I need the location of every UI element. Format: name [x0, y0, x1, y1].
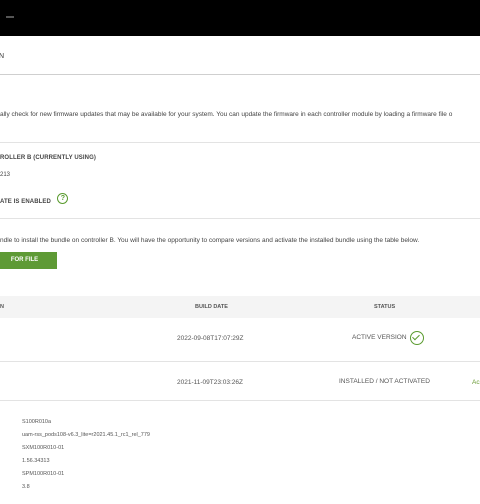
row1-build-date: 2022-09-08T17:07:29Z	[177, 335, 244, 342]
table-row-divider	[0, 400, 480, 401]
divider	[0, 142, 480, 143]
help-icon[interactable]: ?	[57, 193, 69, 205]
upload-instructions: ndle to install the bundle on controller…	[0, 237, 420, 244]
detail-line: uam-rss_pods108-v6.3_lite=r2021.45.1_rc1…	[22, 432, 150, 438]
controller-version: 213	[0, 172, 11, 178]
row2-status: INSTALLED / NOT ACTIVATED	[339, 378, 430, 385]
page-title: N	[0, 53, 5, 60]
column-header-name: N	[0, 304, 4, 310]
activate-link[interactable]: Ac	[472, 379, 480, 386]
auto-update-row: ATE IS ENABLED ?	[0, 190, 69, 208]
table-header	[0, 296, 480, 318]
intro-text: ally check for new firmware updates that…	[0, 111, 453, 118]
column-header-status: STATUS	[374, 304, 396, 310]
table-row-divider	[0, 361, 480, 362]
top-bar	[0, 0, 480, 36]
logo-icon	[6, 16, 14, 24]
column-header-build-date: BUILD DATE	[195, 304, 228, 310]
controller-heading: ROLLER B (CURRENTLY USING)	[0, 155, 96, 161]
divider	[0, 74, 480, 75]
detail-line: 1.56.34313	[22, 458, 50, 464]
detail-line: S100R010a	[22, 419, 52, 425]
check-circle-icon	[410, 331, 424, 345]
choose-file-button[interactable]: FOR FILE	[0, 252, 57, 269]
detail-line: SXM100R010-01	[22, 445, 65, 451]
detail-line: SPM100R010-01	[22, 471, 65, 477]
divider	[0, 218, 480, 219]
row1-status: ACTIVE VERSION	[352, 334, 407, 341]
row2-build-date: 2021-11-09T23:03:26Z	[177, 379, 244, 386]
detail-line: 3.8	[22, 484, 30, 490]
auto-update-label: ATE IS ENABLED	[0, 199, 51, 205]
